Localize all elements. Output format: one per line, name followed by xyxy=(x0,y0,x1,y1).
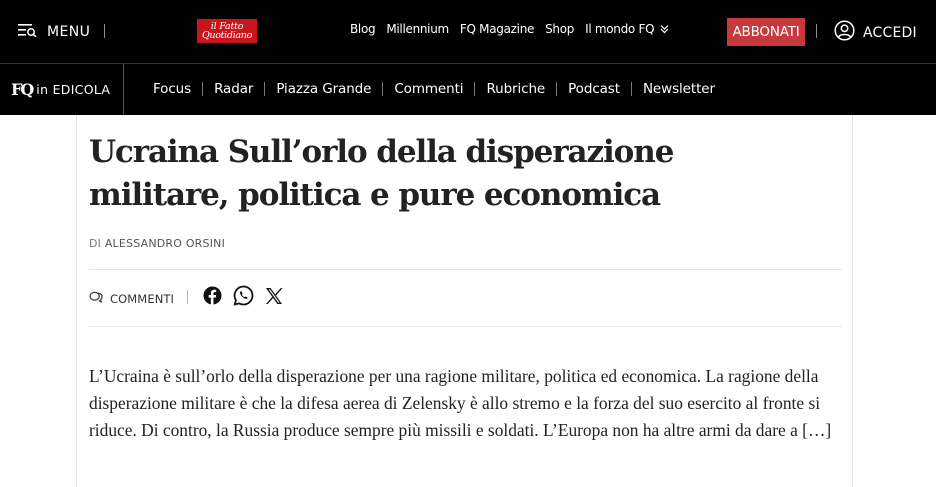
login-label: ACCEDI xyxy=(863,25,917,41)
facebook-icon xyxy=(202,286,222,310)
menu-label: MENU xyxy=(47,24,91,40)
link-shop[interactable]: Shop xyxy=(545,22,574,36)
comments-button[interactable]: COMMENTI xyxy=(89,290,174,308)
share-separator xyxy=(187,290,188,304)
subnav-divider xyxy=(123,64,124,116)
chevron-down-icon xyxy=(660,23,669,37)
nav-separator xyxy=(556,82,558,96)
nav-radar[interactable]: Radar xyxy=(214,81,253,97)
link-fq-magazine[interactable]: FQ Magazine xyxy=(460,22,534,36)
header-divider-right xyxy=(816,24,817,38)
menu-button[interactable]: MENU xyxy=(18,20,90,44)
nav-newsletter[interactable]: Newsletter xyxy=(643,81,715,97)
header-divider xyxy=(104,24,105,38)
user-icon xyxy=(834,20,855,46)
login-button[interactable]: ACCEDI xyxy=(834,20,917,46)
edicola-link[interactable]: FQ in EDICOLA xyxy=(11,80,110,99)
x-share-button[interactable] xyxy=(263,287,285,309)
site-logo[interactable]: il Fatto Quotidiano xyxy=(197,19,257,43)
nav-separator xyxy=(202,82,204,96)
nav-separator xyxy=(264,82,266,96)
nav-commenti[interactable]: Commenti xyxy=(394,81,463,97)
fq-logo-mark: FQ xyxy=(11,80,34,99)
link-millennium[interactable]: Millennium xyxy=(386,22,449,36)
link-mondo-fq-label: Il mondo FQ xyxy=(585,22,655,36)
whatsapp-icon xyxy=(233,285,254,311)
comments-icon xyxy=(89,290,103,308)
subscribe-button[interactable]: ABBONATI xyxy=(727,18,805,46)
lead-text: L’Ucraina è sull’orlo della disperazione… xyxy=(89,366,821,440)
section-links: Focus Radar Piazza Grande Commenti Rubri… xyxy=(153,81,715,97)
x-icon xyxy=(265,287,283,310)
byline-prefix: DI xyxy=(89,237,102,250)
article-title: Ucraina Sull’orlo della disperazione mil… xyxy=(89,134,674,213)
nav-separator xyxy=(382,82,384,96)
link-mondo-fq[interactable]: Il mondo FQ xyxy=(585,22,669,37)
top-links: Blog Millennium FQ Magazine Shop Il mond… xyxy=(350,22,669,37)
article-byline: DI ALESSANDRO ORSINI xyxy=(89,237,225,250)
nav-piazza-grande[interactable]: Piazza Grande xyxy=(276,81,371,97)
menu-search-icon xyxy=(18,23,37,42)
nav-separator xyxy=(474,82,476,96)
logo-line2: Quotidiano xyxy=(201,30,253,41)
author-link[interactable]: ALESSANDRO ORSINI xyxy=(105,237,225,250)
divider-bottom xyxy=(89,326,842,327)
top-header: MENU il Fatto Quotidiano Blog Millennium… xyxy=(0,0,936,63)
facebook-share-button[interactable] xyxy=(201,286,223,310)
comments-label: COMMENTI xyxy=(110,292,175,306)
section-nav: FQ in EDICOLA Focus Radar Piazza Grande … xyxy=(0,63,936,116)
article-card: Ucraina Sull’orlo della disperazione mil… xyxy=(76,115,853,487)
read-more-link[interactable]: […] xyxy=(802,420,831,440)
link-blog[interactable]: Blog xyxy=(350,22,376,36)
article-lead: L’Ucraina è sull’orlo della disperazione… xyxy=(89,363,845,444)
edicola-label: in EDICOLA xyxy=(36,82,111,97)
nav-podcast[interactable]: Podcast xyxy=(568,81,620,97)
nav-focus[interactable]: Focus xyxy=(153,81,191,97)
divider-top xyxy=(89,269,842,270)
nav-separator xyxy=(630,82,632,96)
whatsapp-share-button[interactable] xyxy=(232,285,254,311)
nav-rubriche[interactable]: Rubriche xyxy=(486,81,545,97)
